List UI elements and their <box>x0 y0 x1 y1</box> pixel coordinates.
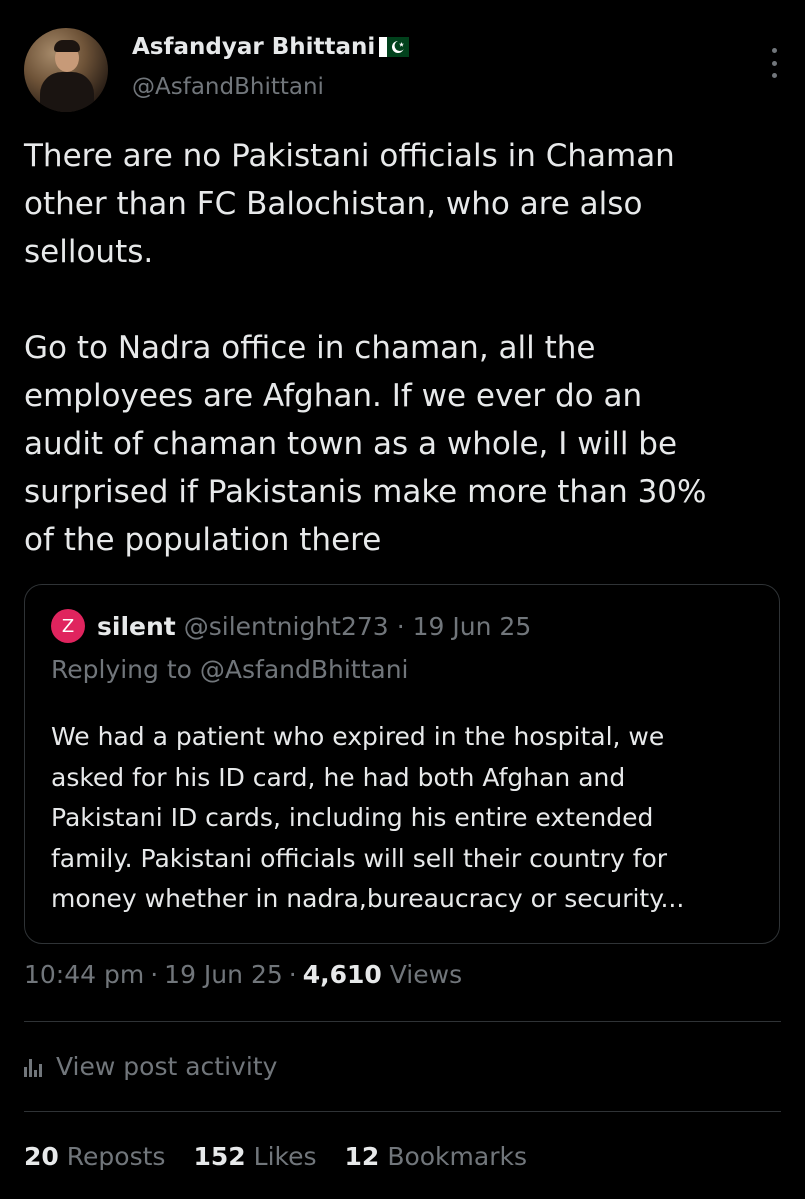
bookmarks-stat[interactable]: 12 Bookmarks <box>345 1142 527 1171</box>
separator-dot: · <box>150 960 159 989</box>
reposts-label: Reposts <box>66 1142 166 1171</box>
tweet-header: Asfandyar Bhittani @AsfandBhittani <box>24 28 781 112</box>
reposts-count: 20 <box>24 1142 59 1171</box>
quoted-tweet[interactable]: Z silent @silentnight273 · 19 Jun 25 Rep… <box>24 584 780 944</box>
quoted-tweet-date[interactable]: 19 Jun 25 <box>413 612 532 641</box>
replying-to-label[interactable]: Replying to @AsfandBhittani <box>51 655 409 684</box>
divider <box>24 1111 781 1112</box>
author-name[interactable]: Asfandyar Bhittani <box>132 34 375 60</box>
separator-dot: · <box>396 611 405 641</box>
author-name-row[interactable]: Asfandyar Bhittani <box>132 34 410 60</box>
bookmarks-label: Bookmarks <box>387 1142 527 1171</box>
reposts-stat[interactable]: 20 Reposts <box>24 1142 165 1171</box>
avatar-figure-hair <box>54 40 80 52</box>
quoted-author-handle[interactable]: @silentnight273 <box>184 612 389 641</box>
tweet-detail-page: Asfandyar Bhittani @AsfandBhittani There… <box>0 0 805 1199</box>
more-options-icon[interactable] <box>767 48 781 78</box>
author-avatar[interactable] <box>24 28 108 112</box>
tweet-date[interactable]: 19 Jun 25 <box>164 960 283 989</box>
pakistan-flag-icon <box>379 37 410 57</box>
likes-stat[interactable]: 152 Likes <box>193 1142 316 1171</box>
avatar-figure-body <box>40 72 94 112</box>
separator-dot: · <box>288 960 297 989</box>
quoted-tweet-text: We had a patient who expired in the hosp… <box>51 722 685 913</box>
view-post-activity-button[interactable]: View post activity <box>24 1052 277 1081</box>
bookmarks-count: 12 <box>344 1142 380 1171</box>
views-count: 4,610 <box>302 960 382 989</box>
view-post-activity-label: View post activity <box>56 1052 278 1081</box>
divider <box>24 1021 781 1022</box>
likes-label: Likes <box>253 1142 317 1171</box>
tweet-time[interactable]: 10:44 pm <box>24 960 144 989</box>
analytics-bars-icon <box>24 1057 42 1077</box>
tweet-text: There are no Pakistani officials in Cham… <box>24 138 707 558</box>
quoted-author-name[interactable]: silent <box>97 612 176 641</box>
likes-count: 152 <box>193 1142 246 1171</box>
views-label: Views <box>389 960 463 989</box>
engagement-stats: 20 Reposts 152 Likes 12 Bookmarks <box>24 1142 555 1171</box>
quoted-tweet-header: Z silent @silentnight273 · 19 Jun 25 <box>51 609 531 643</box>
quoted-author-avatar[interactable]: Z <box>51 609 85 643</box>
author-handle[interactable]: @AsfandBhittani <box>132 74 324 100</box>
tweet-meta: 10:44 pm · 19 Jun 25 · 4,610 Views <box>24 960 462 989</box>
